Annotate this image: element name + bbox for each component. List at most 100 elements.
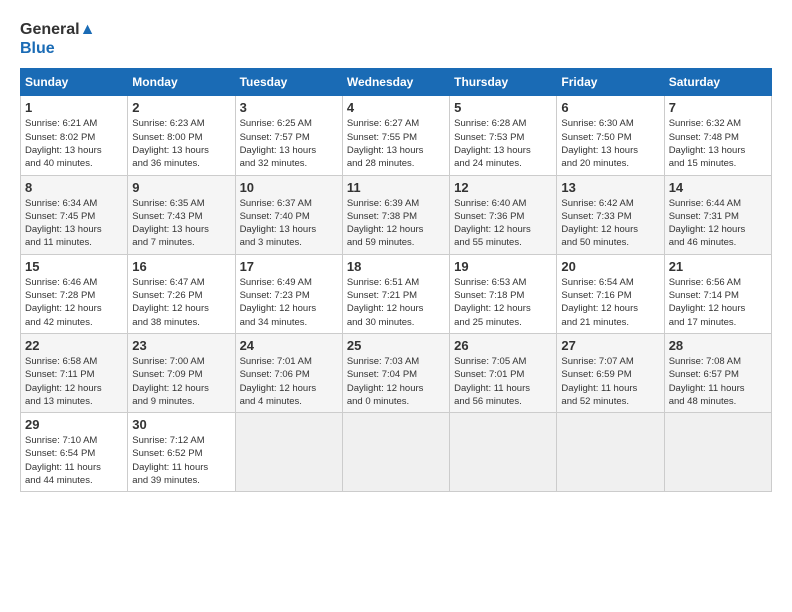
day-number: 22 bbox=[25, 338, 123, 353]
calendar-cell bbox=[235, 413, 342, 492]
calendar-cell: 1 Sunrise: 6:21 AM Sunset: 8:02 PM Daylig… bbox=[21, 96, 128, 175]
calendar-cell: 20 Sunrise: 6:54 AM Sunset: 7:16 PM Dayli… bbox=[557, 254, 664, 333]
calendar-cell: 28 Sunrise: 7:08 AM Sunset: 6:57 PM Dayli… bbox=[664, 333, 771, 412]
day-number: 5 bbox=[454, 100, 552, 115]
calendar-cell: 11 Sunrise: 6:39 AM Sunset: 7:38 PM Dayli… bbox=[342, 175, 449, 254]
day-number: 9 bbox=[132, 180, 230, 195]
day-info: Sunrise: 6:27 AM Sunset: 7:55 PM Dayligh… bbox=[347, 117, 445, 170]
day-number: 10 bbox=[240, 180, 338, 195]
day-info: Sunrise: 6:23 AM Sunset: 8:00 PM Dayligh… bbox=[132, 117, 230, 170]
calendar-cell: 15 Sunrise: 6:46 AM Sunset: 7:28 PM Dayli… bbox=[21, 254, 128, 333]
day-info: Sunrise: 7:05 AM Sunset: 7:01 PM Dayligh… bbox=[454, 355, 552, 408]
day-number: 30 bbox=[132, 417, 230, 432]
day-number: 23 bbox=[132, 338, 230, 353]
day-number: 28 bbox=[669, 338, 767, 353]
day-info: Sunrise: 6:54 AM Sunset: 7:16 PM Dayligh… bbox=[561, 276, 659, 329]
day-info: Sunrise: 6:44 AM Sunset: 7:31 PM Dayligh… bbox=[669, 197, 767, 250]
weekday-header-monday: Monday bbox=[128, 69, 235, 96]
calendar-cell: 2 Sunrise: 6:23 AM Sunset: 8:00 PM Daylig… bbox=[128, 96, 235, 175]
calendar-week-row: 15 Sunrise: 6:46 AM Sunset: 7:28 PM Dayli… bbox=[21, 254, 772, 333]
calendar-cell: 22 Sunrise: 6:58 AM Sunset: 7:11 PM Dayli… bbox=[21, 333, 128, 412]
day-number: 13 bbox=[561, 180, 659, 195]
day-info: Sunrise: 6:25 AM Sunset: 7:57 PM Dayligh… bbox=[240, 117, 338, 170]
day-number: 8 bbox=[25, 180, 123, 195]
day-number: 25 bbox=[347, 338, 445, 353]
calendar-cell: 9 Sunrise: 6:35 AM Sunset: 7:43 PM Daylig… bbox=[128, 175, 235, 254]
day-number: 19 bbox=[454, 259, 552, 274]
day-number: 11 bbox=[347, 180, 445, 195]
page-header: General▲ Blue bbox=[20, 20, 772, 58]
day-info: Sunrise: 6:28 AM Sunset: 7:53 PM Dayligh… bbox=[454, 117, 552, 170]
day-info: Sunrise: 6:47 AM Sunset: 7:26 PM Dayligh… bbox=[132, 276, 230, 329]
day-number: 26 bbox=[454, 338, 552, 353]
calendar-cell: 16 Sunrise: 6:47 AM Sunset: 7:26 PM Dayli… bbox=[128, 254, 235, 333]
calendar-cell: 17 Sunrise: 6:49 AM Sunset: 7:23 PM Dayli… bbox=[235, 254, 342, 333]
day-info: Sunrise: 7:00 AM Sunset: 7:09 PM Dayligh… bbox=[132, 355, 230, 408]
day-number: 14 bbox=[669, 180, 767, 195]
calendar-cell: 6 Sunrise: 6:30 AM Sunset: 7:50 PM Daylig… bbox=[557, 96, 664, 175]
calendar-cell: 26 Sunrise: 7:05 AM Sunset: 7:01 PM Dayli… bbox=[450, 333, 557, 412]
calendar-cell: 8Sunrise: 6:34 AM Sunset: 7:45 PM Daylig… bbox=[21, 175, 128, 254]
calendar-cell: 23 Sunrise: 7:00 AM Sunset: 7:09 PM Dayli… bbox=[128, 333, 235, 412]
calendar-cell: 21 Sunrise: 6:56 AM Sunset: 7:14 PM Dayli… bbox=[664, 254, 771, 333]
day-info: Sunrise: 7:08 AM Sunset: 6:57 PM Dayligh… bbox=[669, 355, 767, 408]
calendar-cell: 24 Sunrise: 7:01 AM Sunset: 7:06 PM Dayli… bbox=[235, 333, 342, 412]
calendar-cell bbox=[450, 413, 557, 492]
calendar-cell: 18 Sunrise: 6:51 AM Sunset: 7:21 PM Dayli… bbox=[342, 254, 449, 333]
weekday-header-friday: Friday bbox=[557, 69, 664, 96]
day-number: 16 bbox=[132, 259, 230, 274]
calendar-cell bbox=[664, 413, 771, 492]
weekday-header-tuesday: Tuesday bbox=[235, 69, 342, 96]
day-info: Sunrise: 6:32 AM Sunset: 7:48 PM Dayligh… bbox=[669, 117, 767, 170]
weekday-header-thursday: Thursday bbox=[450, 69, 557, 96]
calendar-cell: 30 Sunrise: 7:12 AM Sunset: 6:52 PM Dayli… bbox=[128, 413, 235, 492]
day-info: Sunrise: 6:56 AM Sunset: 7:14 PM Dayligh… bbox=[669, 276, 767, 329]
calendar-cell: 25Sunrise: 7:03 AM Sunset: 7:04 PM Dayli… bbox=[342, 333, 449, 412]
day-number: 29 bbox=[25, 417, 123, 432]
day-info: Sunrise: 7:10 AM Sunset: 6:54 PM Dayligh… bbox=[25, 434, 123, 487]
day-info: Sunrise: 7:07 AM Sunset: 6:59 PM Dayligh… bbox=[561, 355, 659, 408]
day-info: Sunrise: 6:39 AM Sunset: 7:38 PM Dayligh… bbox=[347, 197, 445, 250]
weekday-header-saturday: Saturday bbox=[664, 69, 771, 96]
calendar-week-row: 22 Sunrise: 6:58 AM Sunset: 7:11 PM Dayli… bbox=[21, 333, 772, 412]
calendar-cell: 12Sunrise: 6:40 AM Sunset: 7:36 PM Dayli… bbox=[450, 175, 557, 254]
calendar-cell: 19 Sunrise: 6:53 AM Sunset: 7:18 PM Dayli… bbox=[450, 254, 557, 333]
calendar-cell: 13Sunrise: 6:42 AM Sunset: 7:33 PM Dayli… bbox=[557, 175, 664, 254]
day-info: Sunrise: 6:37 AM Sunset: 7:40 PM Dayligh… bbox=[240, 197, 338, 250]
day-info: Sunrise: 6:51 AM Sunset: 7:21 PM Dayligh… bbox=[347, 276, 445, 329]
calendar-week-row: 29 Sunrise: 7:10 AM Sunset: 6:54 PM Dayli… bbox=[21, 413, 772, 492]
day-info: Sunrise: 7:12 AM Sunset: 6:52 PM Dayligh… bbox=[132, 434, 230, 487]
day-number: 2 bbox=[132, 100, 230, 115]
calendar-cell: 27 Sunrise: 7:07 AM Sunset: 6:59 PM Dayli… bbox=[557, 333, 664, 412]
weekday-header-wednesday: Wednesday bbox=[342, 69, 449, 96]
day-info: Sunrise: 6:49 AM Sunset: 7:23 PM Dayligh… bbox=[240, 276, 338, 329]
calendar-cell: 5 Sunrise: 6:28 AM Sunset: 7:53 PM Daylig… bbox=[450, 96, 557, 175]
calendar-cell: 7 Sunrise: 6:32 AM Sunset: 7:48 PM Daylig… bbox=[664, 96, 771, 175]
day-number: 17 bbox=[240, 259, 338, 274]
calendar-cell: 14 Sunrise: 6:44 AM Sunset: 7:31 PM Dayli… bbox=[664, 175, 771, 254]
day-number: 6 bbox=[561, 100, 659, 115]
calendar-cell: 29 Sunrise: 7:10 AM Sunset: 6:54 PM Dayli… bbox=[21, 413, 128, 492]
day-info: Sunrise: 6:53 AM Sunset: 7:18 PM Dayligh… bbox=[454, 276, 552, 329]
day-number: 1 bbox=[25, 100, 123, 115]
day-number: 4 bbox=[347, 100, 445, 115]
day-info: Sunrise: 6:30 AM Sunset: 7:50 PM Dayligh… bbox=[561, 117, 659, 170]
day-number: 15 bbox=[25, 259, 123, 274]
day-number: 12 bbox=[454, 180, 552, 195]
day-number: 7 bbox=[669, 100, 767, 115]
calendar-cell: 10 Sunrise: 6:37 AM Sunset: 7:40 PM Dayli… bbox=[235, 175, 342, 254]
calendar-cell: 3 Sunrise: 6:25 AM Sunset: 7:57 PM Daylig… bbox=[235, 96, 342, 175]
day-number: 21 bbox=[669, 259, 767, 274]
day-info: Sunrise: 6:46 AM Sunset: 7:28 PM Dayligh… bbox=[25, 276, 123, 329]
day-number: 27 bbox=[561, 338, 659, 353]
day-number: 20 bbox=[561, 259, 659, 274]
calendar-cell: 4 Sunrise: 6:27 AM Sunset: 7:55 PM Daylig… bbox=[342, 96, 449, 175]
weekday-header-row: SundayMondayTuesdayWednesdayThursdayFrid… bbox=[21, 69, 772, 96]
day-number: 24 bbox=[240, 338, 338, 353]
day-number: 3 bbox=[240, 100, 338, 115]
day-info: Sunrise: 6:35 AM Sunset: 7:43 PM Dayligh… bbox=[132, 197, 230, 250]
day-info: Sunrise: 6:58 AM Sunset: 7:11 PM Dayligh… bbox=[25, 355, 123, 408]
day-number: 18 bbox=[347, 259, 445, 274]
day-info: Sunrise: 6:21 AM Sunset: 8:02 PM Dayligh… bbox=[25, 117, 123, 170]
day-info: Sunrise: 7:01 AM Sunset: 7:06 PM Dayligh… bbox=[240, 355, 338, 408]
